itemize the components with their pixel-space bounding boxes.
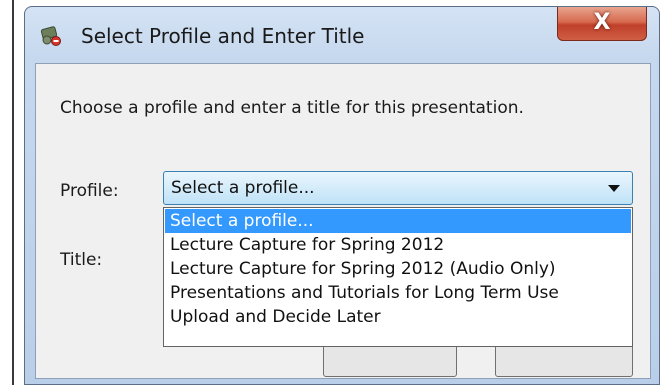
profile-select-value: Select a profile... [171, 178, 315, 198]
profile-select[interactable]: Select a profile... [163, 171, 633, 205]
page-left-border [12, 0, 14, 385]
dropdown-option-select-profile[interactable]: Select a profile... [165, 209, 631, 233]
dialog-window: Select Profile and Enter Title X Choose … [24, 6, 660, 385]
title-label: Title: [60, 250, 103, 270]
dropdown-option-lecture-capture-audio[interactable]: Lecture Capture for Spring 2012 (Audio O… [165, 257, 631, 281]
profile-label: Profile: [60, 181, 119, 201]
close-button[interactable]: X [557, 7, 647, 41]
instructions-text: Choose a profile and enter a title for t… [60, 98, 524, 118]
cancel-button[interactable] [495, 343, 633, 377]
profile-dropdown-list[interactable]: Select a profile... Lecture Capture for … [163, 207, 633, 347]
dialog-body: Choose a profile and enter a title for t… [35, 63, 651, 379]
app-icon [40, 26, 61, 46]
ok-button[interactable] [323, 343, 457, 377]
dropdown-option-lecture-capture[interactable]: Lecture Capture for Spring 2012 [165, 233, 631, 257]
close-icon: X [593, 10, 611, 35]
chevron-down-icon[interactable] [608, 185, 620, 192]
dropdown-option-upload-decide-later[interactable]: Upload and Decide Later [165, 305, 631, 329]
dropdown-option-presentations-tutorials[interactable]: Presentations and Tutorials for Long Ter… [165, 281, 631, 305]
title-bar[interactable]: Select Profile and Enter Title X [25, 7, 659, 63]
window-title: Select Profile and Enter Title [81, 24, 365, 48]
